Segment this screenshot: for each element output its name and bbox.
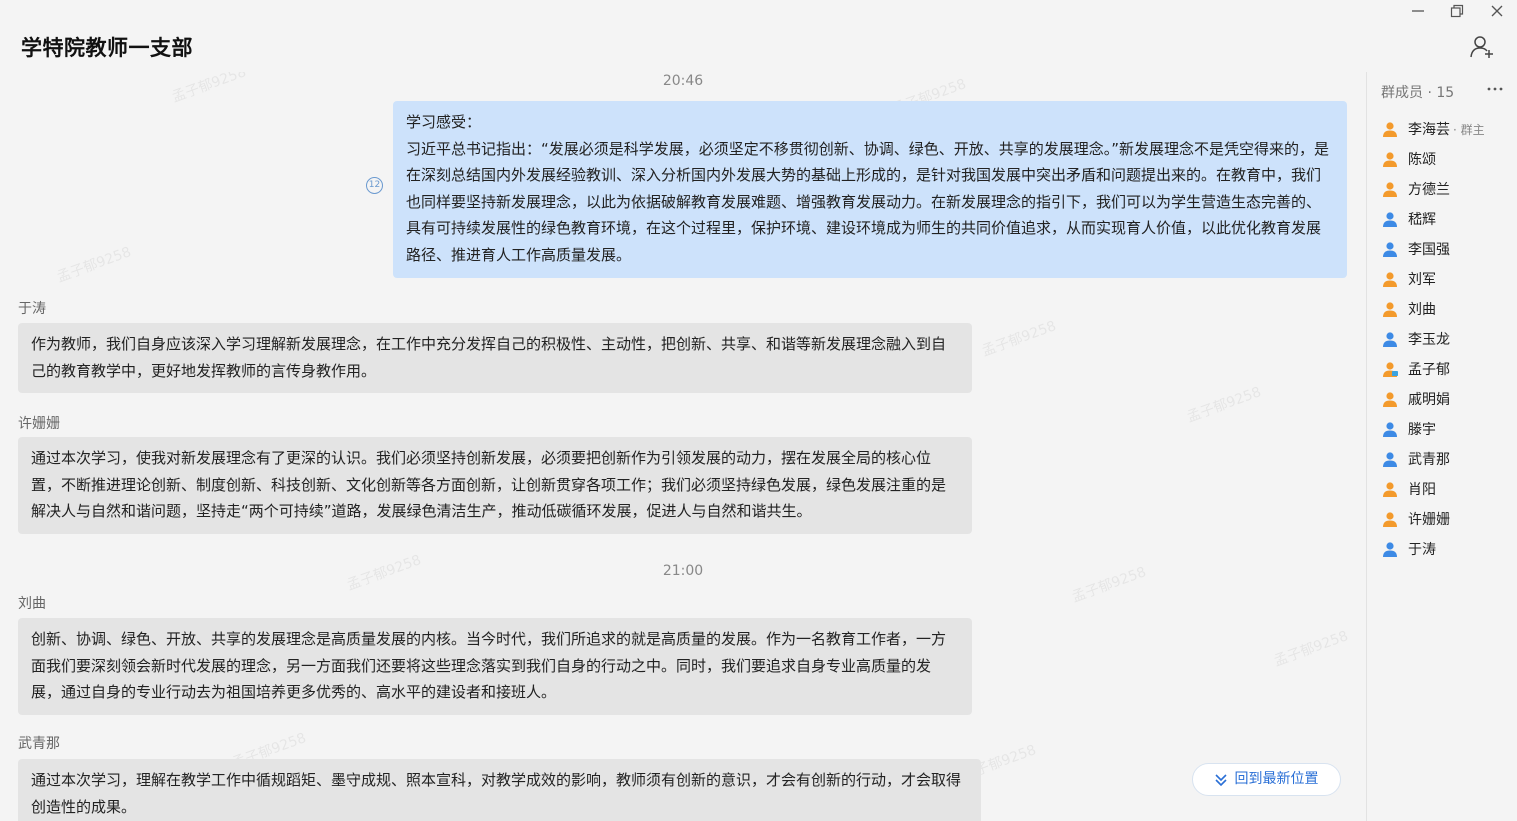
sender-name: 武青那	[18, 736, 60, 752]
person-icon	[1383, 302, 1397, 317]
person-icon	[1383, 542, 1397, 557]
member-item[interactable]: 嵇辉	[1367, 204, 1517, 234]
member-role: · 群主	[1453, 122, 1485, 137]
sender-name: 许姗姗	[18, 416, 60, 432]
member-name: 孟子郁	[1408, 362, 1450, 378]
timestamp: 21:00	[662, 563, 704, 579]
watermark: 孟子郁9258	[1184, 384, 1264, 426]
member-item[interactable]: 刘军	[1367, 264, 1517, 294]
member-item[interactable]: 滕宇	[1367, 414, 1517, 444]
read-count-badge[interactable]: 12	[366, 177, 383, 194]
message-bubble[interactable]: 通过本次学习，使我对新发展理念有了更深的认识。我们必须坚持创新发展，必须要把创新…	[18, 437, 972, 534]
member-item[interactable]: 于涛	[1367, 534, 1517, 564]
sender-name: 于涛	[18, 301, 46, 317]
member-item[interactable]: 肖阳	[1367, 474, 1517, 504]
person-icon	[1383, 452, 1397, 467]
member-item[interactable]: 陈颂	[1367, 144, 1517, 174]
message-list[interactable]: 孟子郁9258 孟子郁9258 孟子郁9258 孟子郁9258 孟子郁9258 …	[0, 72, 1366, 821]
member-name: 陈颂	[1408, 152, 1436, 168]
more-button[interactable]	[1482, 78, 1508, 100]
own-message-bubble[interactable]: 学习感受： 习近平总书记指出：“发展必须是科学发展，必须坚定不移贯彻创新、协调、…	[393, 101, 1347, 278]
member-name: 李海芸	[1408, 122, 1450, 138]
member-item[interactable]: 刘曲	[1367, 294, 1517, 324]
member-item[interactable]: 许姗姗	[1367, 504, 1517, 534]
person-icon	[1383, 512, 1397, 527]
member-name: 于涛	[1408, 542, 1436, 558]
chat-title: 学特院教师一支部	[21, 36, 193, 60]
watermark: 孟子郁9258	[979, 318, 1059, 360]
add-user-icon	[1470, 36, 1493, 58]
add-member-button[interactable]	[1469, 33, 1497, 61]
person-icon	[1383, 182, 1397, 197]
person-icon	[1383, 212, 1397, 227]
person-icon	[1383, 362, 1398, 377]
chevron-double-down-icon	[1214, 773, 1227, 786]
member-name: 嵇辉	[1408, 212, 1436, 228]
message-bubble[interactable]: 作为教师，我们自身应该深入学习理解新发展理念，在工作中充分发挥自己的积极性、主动…	[18, 323, 972, 393]
jump-to-latest-button[interactable]: 回到最新位置	[1192, 763, 1341, 796]
member-name: 滕宇	[1408, 422, 1436, 438]
person-icon	[1383, 272, 1397, 287]
member-name: 方德兰	[1408, 182, 1450, 198]
member-name: 肖阳	[1408, 482, 1436, 498]
close-button[interactable]	[1480, 0, 1514, 22]
person-icon	[1383, 392, 1397, 407]
person-icon	[1383, 152, 1397, 167]
member-name: 刘曲	[1408, 302, 1436, 318]
member-item[interactable]: 李国强	[1367, 234, 1517, 264]
person-icon	[1383, 122, 1397, 137]
timestamp: 20:46	[662, 73, 704, 89]
restore-icon	[1450, 4, 1464, 18]
member-item[interactable]: 李海芸 · 群主	[1367, 114, 1517, 144]
member-panel: 群成员 · 15 李海芸 · 群主陈颂方德兰嵇辉李国强刘军刘曲李玉龙孟子郁戚明娟滕…	[1367, 72, 1517, 821]
restore-button[interactable]	[1440, 0, 1474, 22]
member-list: 李海芸 · 群主陈颂方德兰嵇辉李国强刘军刘曲李玉龙孟子郁戚明娟滕宇武青那肖阳许姗姗…	[1367, 114, 1517, 564]
member-item[interactable]: 武青那	[1367, 444, 1517, 474]
member-item[interactable]: 方德兰	[1367, 174, 1517, 204]
member-item[interactable]: 戚明娟	[1367, 384, 1517, 414]
minimize-button[interactable]	[1401, 0, 1435, 22]
watermark: 孟子郁9258	[54, 244, 134, 286]
member-name: 许姗姗	[1408, 512, 1450, 528]
member-name: 李玉龙	[1408, 332, 1450, 348]
person-icon	[1383, 422, 1397, 437]
jump-to-latest-label: 回到最新位置	[1234, 771, 1319, 787]
minimize-icon	[1412, 10, 1424, 12]
member-name: 刘军	[1408, 272, 1436, 288]
sender-name: 刘曲	[18, 596, 46, 612]
message-bubble[interactable]: 创新、协调、绿色、开放、共享的发展理念是高质量发展的内核。当今时代，我们所追求的…	[18, 618, 972, 715]
more-dots-icon	[1487, 87, 1503, 91]
watermark: 孟子郁9258	[1271, 628, 1351, 670]
close-icon	[1491, 5, 1503, 17]
member-name: 李国强	[1408, 242, 1450, 258]
member-name: 戚明娟	[1408, 392, 1450, 408]
member-item[interactable]: 李玉龙	[1367, 324, 1517, 354]
message-bubble[interactable]: 通过本次学习，理解在教学工作中循规蹈矩、墨守成规、照本宣科，对教学成效的影响，教…	[18, 759, 981, 821]
member-count: 群成员 · 15	[1381, 85, 1455, 101]
person-icon	[1383, 332, 1397, 347]
title-bar: 学特院教师一支部	[0, 0, 1517, 72]
member-name: 武青那	[1408, 452, 1450, 468]
person-icon	[1383, 242, 1397, 257]
member-item[interactable]: 孟子郁	[1367, 354, 1517, 384]
person-icon	[1383, 482, 1397, 497]
